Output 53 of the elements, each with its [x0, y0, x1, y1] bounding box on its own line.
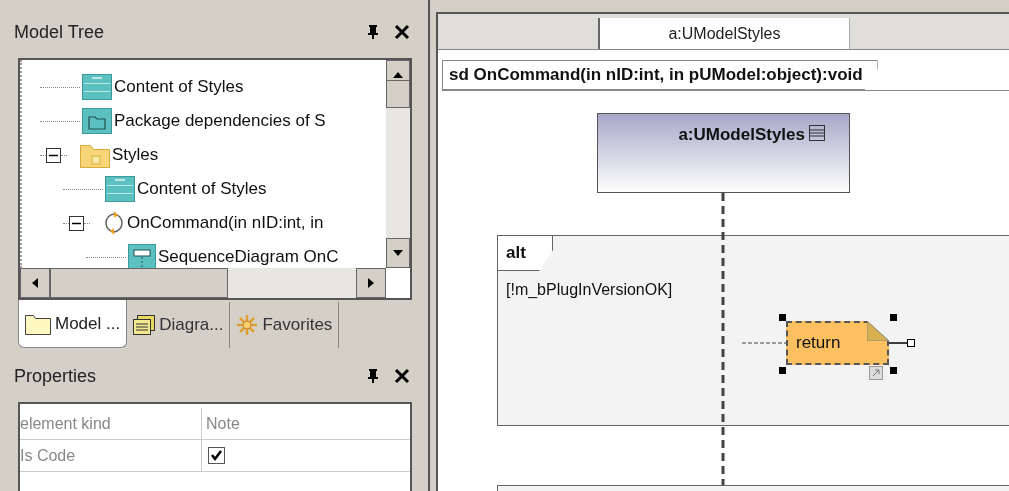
fragment-operator: alt — [498, 236, 553, 271]
note[interactable]: return — [786, 321, 889, 365]
lifeline-name: a:UModelStyles — [678, 124, 805, 144]
down-arrow-icon[interactable] — [393, 250, 403, 256]
selection-handle[interactable] — [890, 367, 897, 374]
panel-tab[interactable]: Diagra... — [127, 302, 231, 348]
panel-title: Properties — [14, 364, 97, 388]
star-icon — [236, 314, 259, 336]
stacked-pages-icon — [133, 315, 156, 335]
panel-title: Model Tree — [14, 20, 105, 44]
tree-item[interactable]: SequenceDiagram OnC — [158, 244, 339, 268]
right-arrow-icon[interactable] — [368, 278, 374, 288]
scrollbar-thumb[interactable] — [50, 268, 228, 298]
diagram-tab[interactable]: a:UModelStyles — [600, 18, 850, 49]
note-fold-icon — [867, 321, 889, 341]
connector-handle-icon[interactable] — [889, 337, 915, 349]
property-value: Note — [205, 413, 240, 434]
class-icon — [105, 176, 135, 202]
panel-tab[interactable]: Model ... — [18, 300, 128, 348]
checkbox[interactable] — [208, 447, 225, 464]
selection-handle[interactable] — [779, 314, 786, 321]
folder-icon — [25, 312, 51, 335]
close-icon[interactable] — [394, 368, 410, 384]
scrollbar-thumb[interactable] — [386, 80, 410, 108]
horizontal-scrollbar[interactable] — [20, 268, 386, 298]
panel-tab[interactable]: Favorites — [230, 302, 340, 348]
class-icon — [82, 74, 112, 100]
close-icon[interactable] — [394, 24, 410, 40]
pin-icon[interactable] — [366, 24, 380, 40]
tree-item[interactable]: Package dependencies of S — [114, 108, 326, 134]
tree-item[interactable]: Styles — [112, 142, 159, 168]
folder-icon — [80, 142, 110, 168]
guard-condition: [!m_bPlugInVersionOK] — [506, 280, 673, 300]
collapse-toggle-icon[interactable] — [46, 147, 61, 163]
tree-item[interactable]: Content of Styles — [137, 176, 267, 202]
tree-item[interactable]: Content of Styles — [114, 74, 244, 100]
property-name: element kind — [20, 408, 202, 439]
lifeline-head[interactable]: a:UModelStyles — [597, 113, 850, 193]
package-icon — [82, 108, 112, 134]
resize-arrow-icon[interactable] — [869, 366, 883, 380]
operation-icon — [103, 210, 125, 236]
up-arrow-icon[interactable] — [393, 72, 403, 78]
selection-handle[interactable] — [890, 314, 897, 321]
left-arrow-icon[interactable] — [32, 278, 38, 288]
vertical-scrollbar[interactable] — [386, 60, 410, 268]
pin-icon[interactable] — [366, 368, 380, 384]
list-icon — [809, 125, 825, 141]
tree-item[interactable]: OnCommand(in nID:int, in — [127, 210, 324, 236]
frame-title: sd OnCommand(in nID:int, in pUModel:object):void — [442, 60, 878, 90]
diagram-icon — [128, 244, 156, 268]
property-name: Is Code — [20, 440, 202, 471]
selection-handle[interactable] — [779, 367, 786, 374]
collapse-toggle-icon[interactable] — [69, 215, 84, 231]
